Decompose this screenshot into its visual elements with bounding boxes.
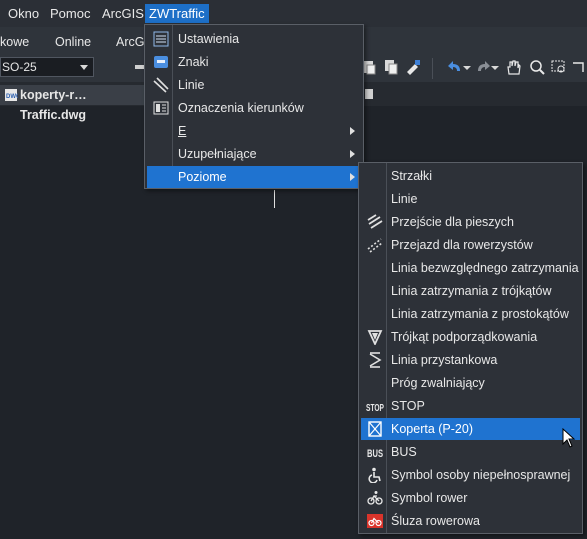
submenu-arrow-icon (350, 173, 355, 181)
submenu-item-label: Śluza rowerowa (391, 514, 480, 528)
menu-item-label: Linie (178, 78, 205, 92)
submenu-item-label: BUS (391, 445, 417, 459)
submenu-item-bus[interactable]: BUS BUS (361, 441, 580, 463)
submenu-item-przejscie-dla-pieszych[interactable]: Przejście dla pieszych (361, 211, 580, 233)
svg-text:DWG: DWG (6, 94, 18, 100)
submenu-item-label: Symbol rower (391, 491, 468, 505)
submenu-item-label: Linia przystankowa (391, 353, 498, 367)
redo-dropdown-icon[interactable] (490, 58, 500, 76)
mouse-pointer-icon (562, 427, 576, 448)
zoom-previous-icon[interactable] (570, 58, 587, 76)
menu-item-label: Ustawienia (178, 32, 240, 46)
menu-item-label: Uzupełniające (178, 147, 257, 161)
submenu-item-trojkat-podporzadkowania[interactable]: Trójkąt podporządkowania (361, 326, 580, 348)
submenu-item-linia-zatrzymania-z-trojkatow[interactable]: Linia zatrzymania z trójkątów (361, 280, 580, 302)
submenu-item-stop[interactable]: STOP STOP (361, 395, 580, 417)
copy-icon[interactable] (382, 58, 400, 76)
submenu-item-label: Linia zatrzymania z prostokątów (391, 307, 569, 321)
submenu-item-symbol-rower[interactable]: Symbol rower (361, 487, 580, 509)
submenu-item-koperta[interactable]: Koperta (P-20) (361, 418, 580, 440)
submenu-item-linie[interactable]: Linie (361, 188, 580, 210)
toolbar-separator (432, 58, 433, 79)
submenu-item-sluza-rowerowa[interactable]: Śluza rowerowa (361, 510, 580, 532)
bus-text-icon: BUS (367, 444, 383, 460)
menu-okno[interactable]: Okno (4, 4, 43, 23)
submenu-item-label: Koperta (P-20) (391, 422, 473, 436)
bike-box-icon (367, 513, 383, 529)
submenu-item-prog-zwalniajacy[interactable]: Próg zwalniający (361, 372, 580, 394)
bicycle-icon (367, 490, 383, 506)
match-properties-icon[interactable] (404, 58, 422, 76)
dwg-file-icon: DWG (4, 88, 21, 102)
zwtraffic-dropdown-menu: Ustawienia Znaki Linie Oznaczenia kierun… (144, 24, 364, 189)
menu-item-znaki[interactable]: Znaki (147, 51, 361, 73)
menu-arcgis[interactable]: ArcGIS (98, 4, 148, 23)
layer-combo-value: SO-25 (2, 60, 37, 74)
wheelchair-icon (367, 467, 383, 484)
submenu-item-label: Linie (391, 192, 418, 206)
submenu-item-strzalki[interactable]: Strzałki (361, 165, 580, 187)
layer-combo[interactable]: SO-25 (0, 57, 94, 77)
menu-pomoc[interactable]: Pomoc (46, 4, 94, 23)
document-tab[interactable]: DWG koperty-r…Traffic.dwg (0, 85, 150, 122)
bus-stop-line-icon (367, 352, 383, 368)
pan-hand-icon[interactable] (504, 58, 522, 76)
submenu-item-linia-zatrzymania-z-prostokatow[interactable]: Linia zatrzymania z prostokątów (361, 303, 580, 325)
submenu-item-label: Symbol osoby niepełnosprawnej (391, 468, 571, 482)
stop-text-icon: STOP (366, 398, 384, 414)
submenu-item-symbol-osoby-niepelnosprawnej[interactable]: Symbol osoby niepełnosprawnej (361, 464, 580, 486)
koperta-icon (367, 421, 383, 437)
svg-text:STOP: STOP (366, 403, 384, 414)
submenu-item-label: STOP (391, 399, 425, 413)
submenu-item-label: Przejazd dla rowerzystów (391, 238, 533, 252)
menu-item-label: E (178, 124, 187, 138)
submenu-item-label: Przejście dla pieszych (391, 215, 514, 229)
menu-item-oznaczenia-kierunkow[interactable]: Oznaczenia kierunków (147, 97, 361, 119)
menu-item-label: Znaki (178, 55, 209, 69)
zoom-realtime-icon[interactable] (528, 58, 546, 76)
menu-bar: Okno Pomoc ArcGIS ZWTraffic (0, 0, 587, 27)
menu-zwtraffic[interactable]: ZWTraffic (145, 4, 209, 23)
submenu-item-przejazd-dla-rowerzystow[interactable]: Przejazd dla rowerzystów (361, 234, 580, 256)
bicycle-crossing-icon (367, 237, 383, 253)
submenu-item-label: Linia zatrzymania z trójkątów (391, 284, 552, 298)
zoom-window-icon[interactable] (550, 58, 568, 76)
lines-icon (153, 77, 169, 93)
yield-triangle-icon (367, 329, 383, 347)
undo-dropdown-icon[interactable] (462, 58, 472, 76)
submenu-item-linia-przystankowa[interactable]: Linia przystankowa (361, 349, 580, 371)
document-tab-label: koperty-r…Traffic.dwg (20, 88, 87, 122)
submenu-item-label: Linia bezwzględnego zatrzymania (391, 261, 579, 275)
tab-online[interactable]: Online (55, 35, 91, 49)
sign-icon (153, 54, 169, 70)
menu-item-ustawienia[interactable]: Ustawienia (147, 28, 361, 50)
doc-tab-action-icon[interactable] (364, 87, 374, 101)
menu-item-poziome[interactable]: Poziome (147, 166, 361, 188)
submenu-arrow-icon (350, 150, 355, 158)
menu-item-label: Poziome (178, 170, 227, 184)
menu-item-uzupelniajace[interactable]: Uzupełniające (147, 143, 361, 165)
tab-kowe[interactable]: kowe (0, 35, 29, 49)
chevron-down-icon[interactable] (80, 65, 88, 70)
svg-text:BUS: BUS (367, 448, 383, 460)
menu-item-label: Oznaczenia kierunków (178, 101, 304, 115)
submenu-item-label: Trójkąt podporządkowania (391, 330, 538, 344)
crosshair-cursor (274, 190, 275, 208)
submenu-item-label: Strzałki (391, 169, 432, 183)
settings-list-icon (153, 31, 169, 47)
menu-item-linie[interactable]: Linie (147, 74, 361, 96)
menu-item-e[interactable]: E (147, 120, 361, 142)
submenu-item-linia-bezwzglednego-zatrzymania[interactable]: Linia bezwzględnego zatrzymania (361, 257, 580, 279)
poziome-submenu: Strzałki Linie Przejście dla pieszych Pr… (358, 162, 583, 534)
submenu-arrow-icon (350, 127, 355, 135)
pedestrian-crossing-icon (367, 214, 383, 230)
submenu-item-label: Próg zwalniający (391, 376, 485, 390)
direction-marking-icon (153, 100, 169, 116)
tab-arcgis[interactable]: ArcG (116, 35, 144, 49)
